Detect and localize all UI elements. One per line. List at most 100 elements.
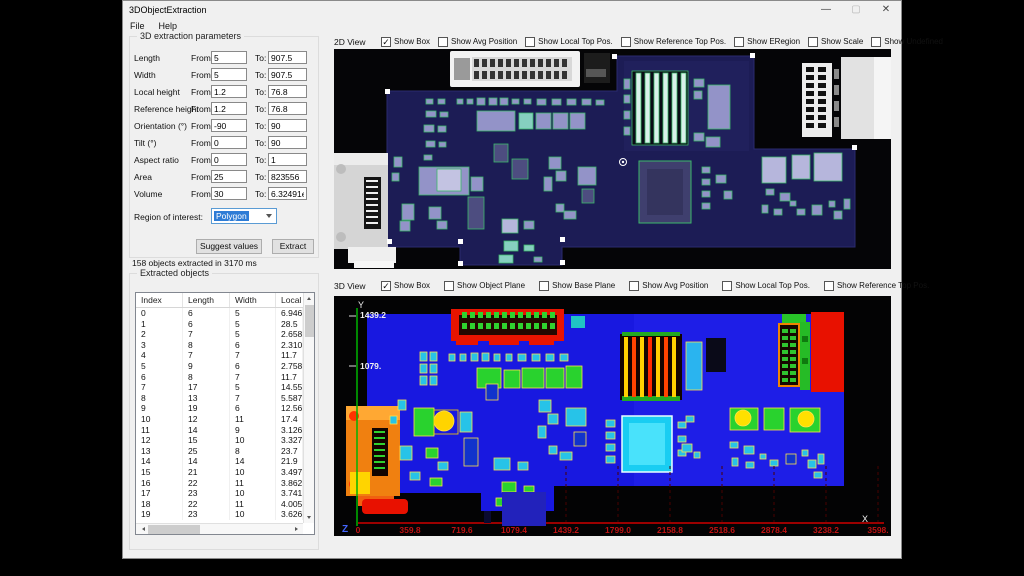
show-option-checkbox[interactable]: Show Base Plane (539, 281, 615, 291)
param-to-input[interactable] (268, 51, 307, 64)
param-from-input[interactable] (211, 51, 247, 64)
column-header[interactable]: Width (230, 293, 276, 307)
param-to-input[interactable] (268, 187, 307, 200)
checkbox-unchecked-icon[interactable] (824, 281, 834, 291)
scroll-up-icon[interactable] (304, 293, 315, 304)
checkbox-unchecked-icon[interactable] (722, 281, 732, 291)
scroll-down-icon[interactable] (304, 512, 315, 523)
param-from-input[interactable] (211, 170, 247, 183)
param-from-input[interactable] (211, 68, 247, 81)
param-from-input[interactable] (211, 153, 247, 166)
table-row[interactable]: 14141421.9 (136, 456, 303, 467)
scrollbar-thumb[interactable] (148, 525, 200, 534)
table-cell: 3 (136, 340, 183, 351)
checkbox-checked-icon[interactable]: ✓ (381, 37, 391, 47)
pcb-2d-view[interactable] (334, 49, 891, 269)
show-option-checkbox[interactable]: Show Undefined (871, 37, 943, 47)
param-to-input[interactable] (268, 136, 307, 149)
chevron-down-icon[interactable] (266, 214, 272, 218)
x-axis-tick-label: 719.6 (451, 525, 473, 535)
table-row[interactable]: 1521103.4976 (136, 467, 303, 478)
show-option-checkbox[interactable]: Show Reference Top Pos. (824, 281, 929, 291)
show-option-checkbox[interactable]: Show ERegion (734, 37, 800, 47)
toolbar-3d-view: 3D View ✓Show Box Show Object Plane Show B… (334, 278, 896, 293)
minimize-icon[interactable]: — (811, 1, 841, 19)
table-cell: 5.5876 (276, 393, 303, 404)
table-row[interactable]: 16528.5 (136, 319, 303, 330)
close-icon[interactable]: ✕ (871, 1, 901, 19)
param-to-input[interactable] (268, 153, 307, 166)
horizontal-scrollbar[interactable] (136, 523, 303, 534)
checkbox-unchecked-icon[interactable] (438, 37, 448, 47)
param-from-input[interactable] (211, 187, 247, 200)
show-option-checkbox[interactable]: Show Local Top Pos. (525, 37, 613, 47)
table-row[interactable]: 1822114.0052 (136, 499, 303, 510)
checkbox-label: Show Undefined (884, 37, 943, 46)
checkbox-unchecked-icon[interactable] (525, 37, 535, 47)
table-row[interactable]: 1923103.6269 (136, 509, 303, 520)
table-row[interactable]: 1622113.8623 (136, 478, 303, 489)
checkbox-unchecked-icon[interactable] (871, 37, 881, 47)
table-row[interactable]: 1723103.7411 (136, 488, 303, 499)
table-row[interactable]: 10121117.4 (136, 414, 303, 425)
param-label: Area (134, 172, 152, 182)
table-row[interactable]: 47711.7 (136, 350, 303, 361)
table-row[interactable]: 1325823.7 (136, 446, 303, 457)
pcb-3d-view[interactable]: 0359.8719.61079.41439.21799.02158.82518.… (334, 296, 891, 536)
scrollbar-thumb[interactable] (305, 305, 314, 337)
scroll-right-icon[interactable] (292, 524, 303, 535)
param-from-input[interactable] (211, 119, 247, 132)
roi-dropdown[interactable]: Polygon (211, 208, 277, 224)
param-to-input[interactable] (268, 170, 307, 183)
extract-button[interactable]: Extract (272, 239, 314, 254)
table-row[interactable]: 1215103.3274 (136, 435, 303, 446)
column-header[interactable]: Index (136, 293, 183, 307)
view-3d-label: 3D View (334, 281, 381, 291)
table-row[interactable]: 0656.9467 (136, 308, 303, 319)
table-row[interactable]: 919612.567 (136, 403, 303, 414)
pcb-3d-image[interactable]: 0359.8719.61079.41439.21799.02158.82518.… (334, 296, 891, 536)
column-header[interactable]: Length (183, 293, 230, 307)
pcb-2d-image[interactable] (334, 49, 891, 269)
param-from-input[interactable] (211, 85, 247, 98)
checkbox-unchecked-icon[interactable] (444, 281, 454, 291)
checkbox-unchecked-icon[interactable] (629, 281, 639, 291)
table-row[interactable]: 3862.3108 (136, 340, 303, 351)
show-option-checkbox[interactable]: ✓Show Box (381, 37, 430, 47)
scroll-left-icon[interactable] (136, 524, 147, 535)
param-from-input[interactable] (211, 136, 247, 149)
checkbox-label: Show Local Top Pos. (735, 281, 810, 290)
table-row[interactable]: 81375.5876 (136, 393, 303, 404)
table-row[interactable]: 5962.7585 (136, 361, 303, 372)
param-to-input[interactable] (268, 119, 307, 132)
show-option-checkbox[interactable]: ✓Show Box (381, 281, 430, 291)
column-header[interactable]: Local H (276, 293, 303, 307)
show-option-checkbox[interactable]: Show Scale (808, 37, 863, 47)
show-option-checkbox[interactable]: Show Avg Position (438, 37, 517, 47)
checkbox-unchecked-icon[interactable] (734, 37, 744, 47)
table-row[interactable]: 111493.1261 (136, 425, 303, 436)
svg-text:Z: Z (342, 524, 348, 535)
param-to-input[interactable] (268, 85, 307, 98)
show-option-checkbox[interactable]: Show Local Top Pos. (722, 281, 810, 291)
table-row[interactable]: 2752.6585 (136, 329, 303, 340)
table-header: IndexLengthWidthLocal H (136, 293, 303, 308)
show-option-checkbox[interactable]: Show Reference Top Pos. (621, 37, 726, 47)
param-from-input[interactable] (211, 102, 247, 115)
checkbox-unchecked-icon[interactable] (539, 281, 549, 291)
table-row[interactable]: 68711.7 (136, 372, 303, 383)
maximize-icon[interactable]: ▢ (841, 1, 871, 19)
suggest-values-button[interactable]: Suggest values (196, 239, 262, 254)
view-2d-label: 2D View (334, 37, 381, 47)
table-cell: 7 (183, 350, 230, 361)
checkbox-unchecked-icon[interactable] (808, 37, 818, 47)
checkbox-checked-icon[interactable]: ✓ (381, 281, 391, 291)
show-option-checkbox[interactable]: Show Avg Position (629, 281, 708, 291)
checkbox-unchecked-icon[interactable] (621, 37, 631, 47)
param-to-input[interactable] (268, 102, 307, 115)
table-cell: 9 (183, 361, 230, 372)
show-option-checkbox[interactable]: Show Object Plane (444, 281, 525, 291)
vertical-scrollbar[interactable] (303, 293, 314, 523)
table-row[interactable]: 717514.551 (136, 382, 303, 393)
param-to-input[interactable] (268, 68, 307, 81)
